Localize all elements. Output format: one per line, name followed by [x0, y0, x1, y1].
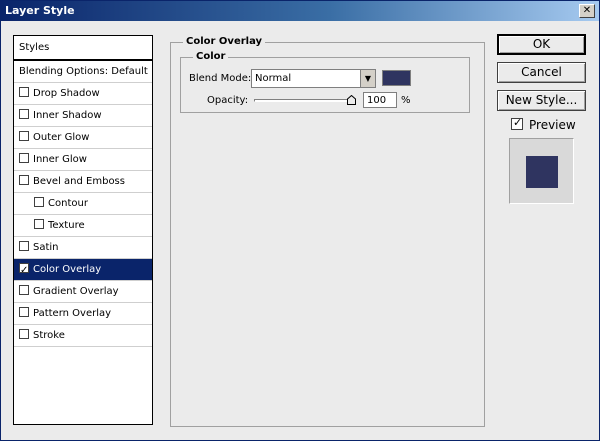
style-item-label: Color Overlay — [33, 264, 102, 275]
style-item-label: Drop Shadow — [33, 88, 100, 99]
style-checkbox[interactable] — [19, 87, 29, 97]
style-item-outer-glow[interactable]: Outer Glow — [14, 127, 152, 149]
style-checkbox[interactable] — [19, 109, 29, 119]
preview-label: Preview — [529, 118, 576, 132]
color-subgroup-title: Color — [193, 51, 229, 62]
style-checkbox[interactable] — [19, 285, 29, 295]
style-item-gradient-overlay[interactable]: Gradient Overlay — [14, 281, 152, 303]
style-checkbox[interactable] — [34, 197, 44, 207]
style-item-bevel-and-emboss[interactable]: Bevel and Emboss — [14, 171, 152, 193]
style-item-pattern-overlay[interactable]: Pattern Overlay — [14, 303, 152, 325]
style-item-satin[interactable]: Satin — [14, 237, 152, 259]
style-item-texture[interactable]: Texture — [14, 215, 152, 237]
style-item-label: Pattern Overlay — [33, 308, 112, 319]
style-checkbox[interactable] — [19, 153, 29, 163]
style-item-drop-shadow[interactable]: Drop Shadow — [14, 83, 152, 105]
style-checkbox[interactable] — [19, 175, 29, 185]
opacity-label: Opacity: — [207, 95, 249, 106]
preview-thumbnail — [509, 138, 574, 204]
style-checkbox[interactable] — [19, 260, 29, 282]
style-checkbox[interactable] — [19, 307, 29, 317]
chevron-down-icon[interactable]: ▼ — [360, 70, 375, 87]
preview-toggle[interactable]: Preview — [511, 116, 576, 132]
style-checkbox[interactable] — [19, 131, 29, 141]
style-item-label: Stroke — [33, 330, 65, 341]
style-item-label: Contour — [48, 198, 88, 209]
style-item-label: Bevel and Emboss — [33, 176, 125, 187]
style-item-label: Blending Options: Default — [19, 66, 148, 77]
style-checkbox[interactable] — [19, 329, 29, 339]
cancel-button[interactable]: Cancel — [497, 62, 586, 83]
style-item-contour[interactable]: Contour — [14, 193, 152, 215]
style-item-label: Inner Glow — [33, 154, 87, 165]
preview-checkbox[interactable] — [511, 116, 523, 130]
blend-mode-select[interactable]: Normal ▼ — [251, 69, 376, 88]
style-item-label: Satin — [33, 242, 59, 253]
window-title: Layer Style — [5, 4, 75, 17]
style-checkbox[interactable] — [19, 241, 29, 251]
style-item-label: Texture — [48, 220, 85, 231]
new-style-button[interactable]: New Style... — [497, 90, 586, 111]
overlay-color-swatch[interactable] — [382, 70, 411, 86]
opacity-unit: % — [401, 95, 411, 106]
opacity-slider-track[interactable] — [254, 99, 354, 102]
preview-swatch — [526, 156, 558, 188]
style-item-label: Gradient Overlay — [33, 286, 119, 297]
style-item-inner-glow[interactable]: Inner Glow — [14, 149, 152, 171]
style-item-color-overlay[interactable]: Color Overlay — [14, 259, 152, 282]
styles-header[interactable]: Styles — [13, 35, 153, 60]
style-checkbox[interactable] — [34, 219, 44, 229]
style-item-label: Outer Glow — [33, 132, 90, 143]
style-item-blending-options-default[interactable]: Blending Options: Default — [14, 60, 152, 83]
styles-list: Blending Options: Default Drop Shadow Inne… — [13, 60, 153, 425]
color-overlay-title: Color Overlay — [183, 36, 266, 47]
style-item-inner-shadow[interactable]: Inner Shadow — [14, 105, 152, 127]
opacity-slider-thumb[interactable] — [347, 95, 356, 105]
close-button[interactable]: ✕ — [579, 4, 595, 18]
blend-mode-value: Normal — [255, 73, 292, 84]
opacity-input[interactable]: 100 — [363, 92, 397, 108]
title-bar[interactable]: Layer Style ✕ — [1, 1, 599, 21]
ok-button[interactable]: OK — [497, 34, 586, 55]
blend-mode-label: Blend Mode: — [189, 73, 252, 84]
style-item-label: Inner Shadow — [33, 110, 102, 121]
style-item-stroke[interactable]: Stroke — [14, 325, 152, 347]
